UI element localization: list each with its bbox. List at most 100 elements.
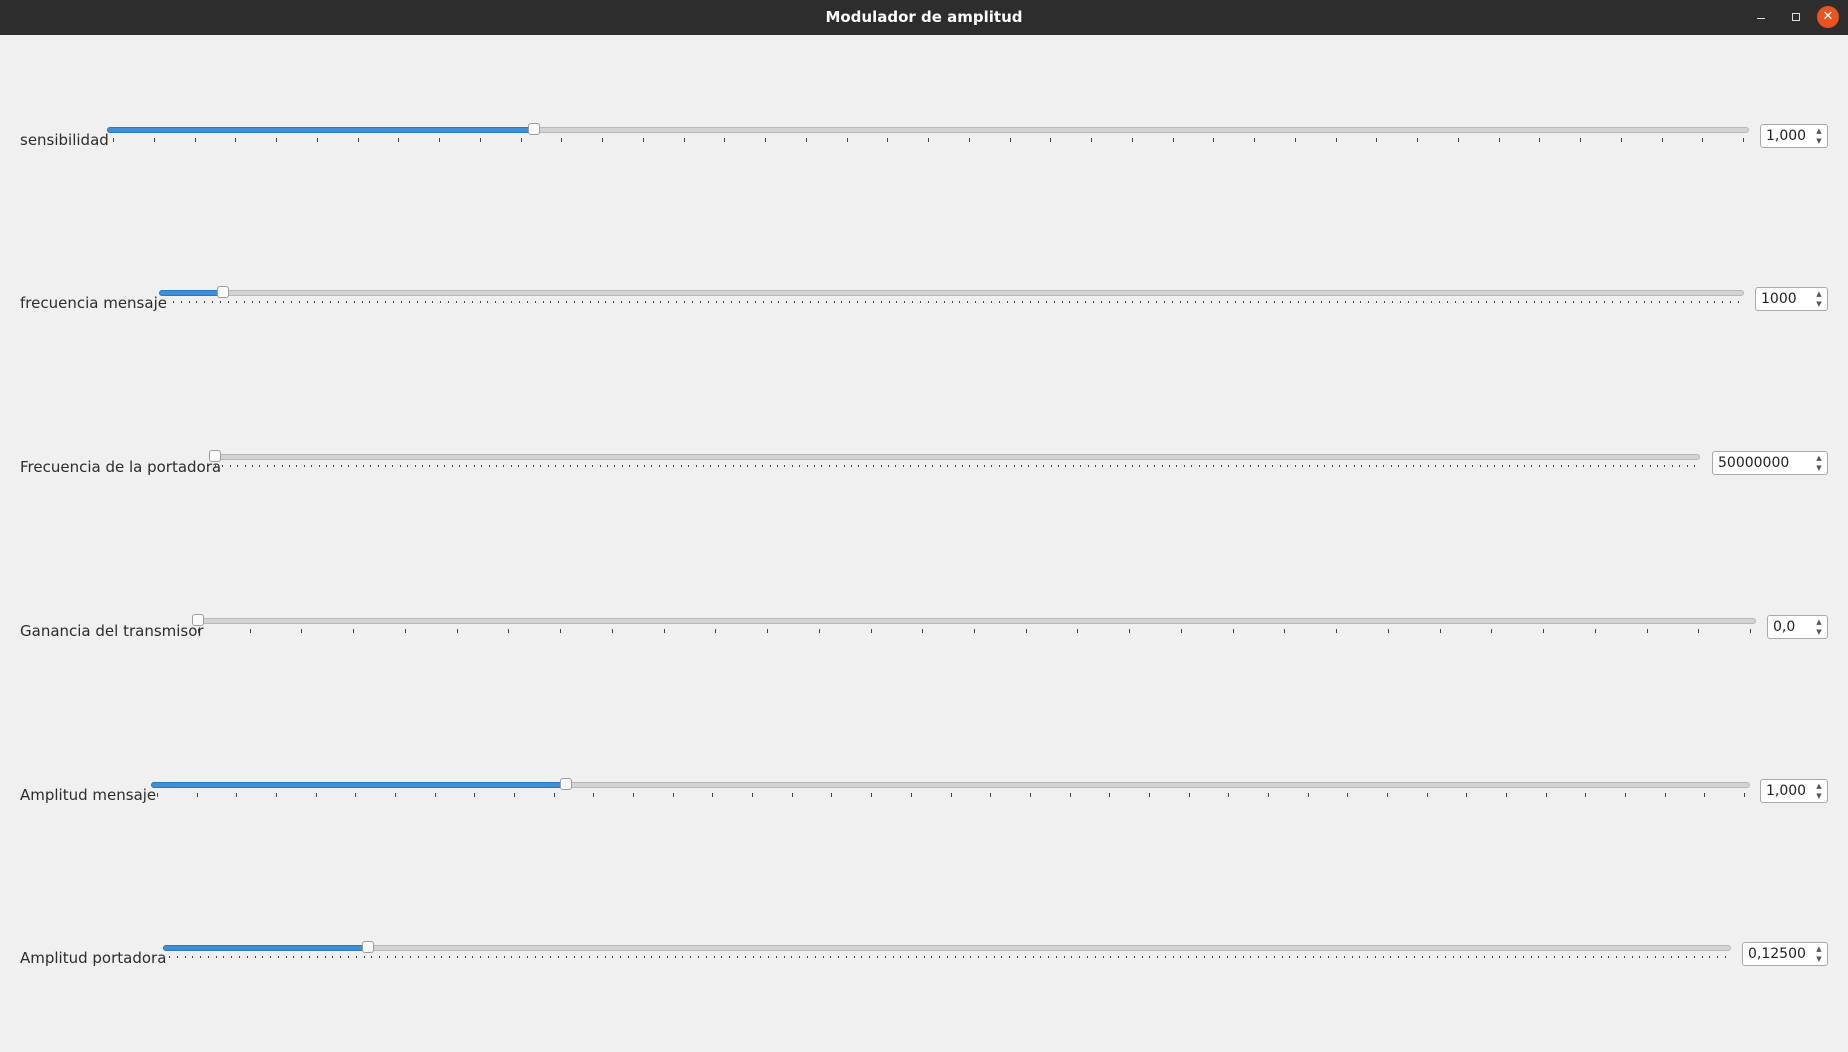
slider-ganancia-transmisor[interactable] bbox=[192, 611, 1756, 651]
slider-tick bbox=[1281, 956, 1283, 958]
slider-tick bbox=[830, 956, 832, 958]
spin-down-icon[interactable]: ▼ bbox=[1814, 136, 1824, 146]
slider-tick bbox=[849, 301, 851, 303]
slider-tick bbox=[1227, 956, 1229, 958]
spin-down-icon[interactable]: ▼ bbox=[1814, 954, 1824, 964]
slider-tick bbox=[967, 301, 969, 303]
slider-tick bbox=[1429, 956, 1431, 958]
slider-tick bbox=[410, 956, 412, 958]
slider-tick bbox=[896, 301, 898, 303]
slider-handle[interactable] bbox=[362, 941, 375, 953]
slider-tick bbox=[713, 956, 715, 958]
slider-tick bbox=[1242, 465, 1244, 467]
slider-tick bbox=[180, 301, 182, 303]
slider-handle[interactable] bbox=[192, 614, 204, 626]
spin-up-icon[interactable]: ▲ bbox=[1814, 126, 1824, 136]
slider-tick bbox=[540, 465, 542, 467]
spinbox-value[interactable]: 0,0 bbox=[1773, 616, 1795, 638]
spin-up-icon[interactable]: ▲ bbox=[1814, 944, 1824, 954]
slider-tick bbox=[747, 465, 749, 467]
slider-tick bbox=[176, 956, 178, 958]
spinbox-value[interactable]: 1,000 bbox=[1766, 125, 1806, 147]
spinbox-ganancia-transmisor[interactable]: 0,0 ▲ ▼ bbox=[1767, 615, 1828, 639]
spin-up-icon[interactable]: ▲ bbox=[1814, 781, 1824, 791]
slider-tick bbox=[1077, 301, 1079, 303]
slider-tick bbox=[1600, 956, 1602, 958]
slider-tick bbox=[791, 956, 793, 958]
slider-tick bbox=[990, 301, 992, 303]
spinbox-frecuencia-mensaje[interactable]: 1000 ▲ ▼ bbox=[1755, 287, 1828, 311]
spin-up-icon[interactable]: ▲ bbox=[1814, 617, 1824, 627]
slider-frecuencia-mensaje[interactable] bbox=[159, 283, 1744, 323]
slider-tick bbox=[1494, 465, 1496, 467]
slider-tick bbox=[569, 465, 571, 467]
slider-tick bbox=[1743, 138, 1744, 142]
spin-up-icon[interactable]: ▲ bbox=[1814, 289, 1824, 299]
spinbox-value[interactable]: 50000000 bbox=[1718, 452, 1789, 474]
spin-down-icon[interactable]: ▼ bbox=[1814, 299, 1824, 309]
slider-tick bbox=[928, 138, 929, 142]
slider-tick bbox=[912, 301, 914, 303]
spin-down-icon[interactable]: ▼ bbox=[1814, 791, 1824, 801]
slider-tick bbox=[1659, 301, 1661, 303]
spin-up-icon[interactable]: ▲ bbox=[1814, 453, 1824, 463]
slider-tick bbox=[1509, 301, 1511, 303]
slider-tick bbox=[547, 465, 549, 467]
close-button[interactable]: ✕ bbox=[1817, 6, 1839, 28]
slider-tick bbox=[825, 301, 827, 303]
slider-tick bbox=[496, 465, 497, 467]
slider-tick bbox=[370, 465, 372, 467]
slider-tick bbox=[251, 301, 253, 303]
slider-tick bbox=[1549, 301, 1551, 303]
slider-tick bbox=[954, 465, 956, 467]
slider-tick bbox=[1316, 465, 1318, 467]
slider-tick bbox=[1188, 793, 1190, 797]
spinbox-amplitud-portadora[interactable]: 0,12500 ▲ ▼ bbox=[1742, 942, 1828, 966]
slider-tick bbox=[1580, 301, 1582, 303]
slider-tick bbox=[1642, 465, 1644, 467]
slider-tick bbox=[613, 301, 615, 303]
slider-tick bbox=[1486, 465, 1488, 467]
slider-sensibilidad[interactable] bbox=[107, 120, 1749, 160]
slider-tick bbox=[1538, 465, 1540, 467]
slider-tick bbox=[920, 301, 922, 303]
slider-tick bbox=[1328, 956, 1330, 958]
slider-tick bbox=[1307, 793, 1309, 797]
slider-tick bbox=[1725, 956, 1726, 958]
slider-handle[interactable] bbox=[527, 123, 540, 135]
slider-handle[interactable] bbox=[560, 778, 573, 790]
slider-tick bbox=[357, 138, 359, 142]
spinbox-amplitud-mensaje[interactable]: 1,000 ▲ ▼ bbox=[1760, 779, 1828, 803]
slider-tick bbox=[1449, 465, 1451, 467]
slider-frecuencia-portadora[interactable] bbox=[209, 447, 1700, 487]
slider-tick bbox=[534, 956, 536, 958]
spinbox-value[interactable]: 0,12500 bbox=[1748, 943, 1806, 965]
spin-down-icon[interactable]: ▼ bbox=[1814, 463, 1824, 473]
slider-tick bbox=[318, 465, 320, 467]
slider-tick bbox=[416, 301, 418, 303]
slider-tick bbox=[760, 956, 762, 958]
minimize-button[interactable] bbox=[1750, 6, 1772, 28]
slider-tick bbox=[479, 138, 481, 142]
slider-amplitud-mensaje[interactable] bbox=[151, 775, 1750, 815]
slider-tick bbox=[1336, 301, 1338, 303]
slider-handle[interactable] bbox=[217, 286, 230, 298]
slider-tick bbox=[1498, 138, 1500, 142]
maximize-button[interactable] bbox=[1784, 6, 1806, 28]
slider-tick bbox=[1561, 956, 1563, 958]
spin-down-icon[interactable]: ▼ bbox=[1814, 627, 1824, 637]
slider-tick bbox=[959, 301, 961, 303]
spinbox-frecuencia-portadora[interactable]: 50000000 ▲ ▼ bbox=[1712, 451, 1828, 475]
slider-tick bbox=[393, 301, 395, 303]
slider-tick bbox=[573, 956, 575, 958]
spinbox-sensibilidad[interactable]: 1,000 ▲ ▼ bbox=[1760, 124, 1828, 148]
spinbox-value[interactable]: 1000 bbox=[1761, 288, 1797, 310]
spinbox-value[interactable]: 1,000 bbox=[1766, 780, 1806, 802]
slider-amplitud-portadora[interactable] bbox=[163, 938, 1731, 978]
slider-tick bbox=[599, 465, 601, 467]
slider-handle[interactable] bbox=[209, 450, 221, 462]
slider-tick bbox=[1154, 465, 1156, 467]
slider-tick bbox=[1359, 956, 1361, 958]
slider-tick bbox=[1183, 465, 1185, 467]
slider-tick bbox=[636, 301, 638, 303]
